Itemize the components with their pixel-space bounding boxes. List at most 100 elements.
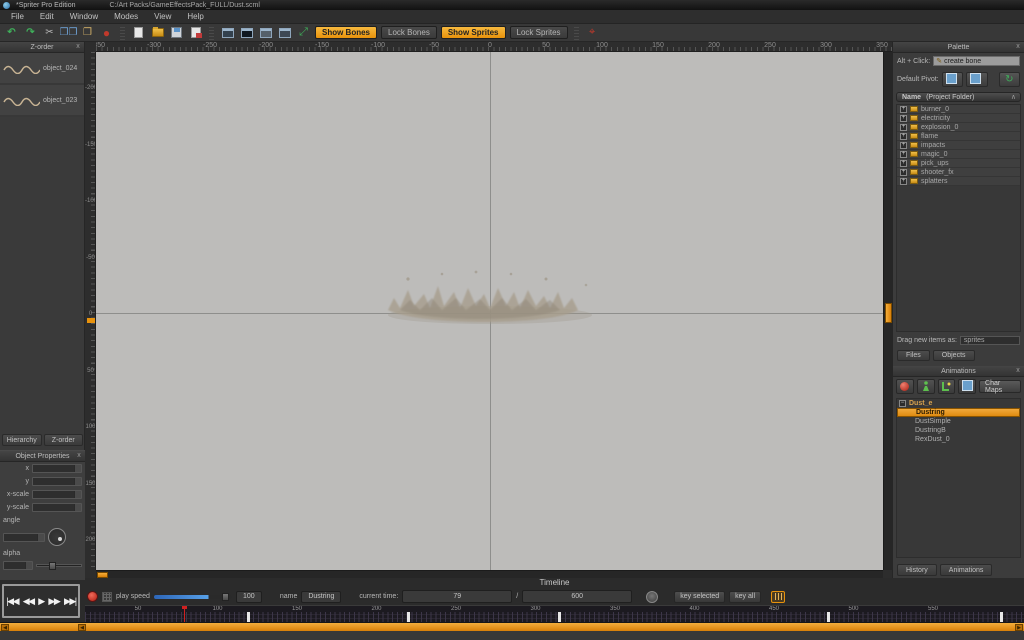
- tree-item-pick_ups[interactable]: +pick_ups: [897, 159, 1020, 168]
- window-view-2-icon[interactable]: [239, 26, 254, 39]
- collapse-icon[interactable]: ∧: [1011, 93, 1016, 101]
- skip-start-button[interactable]: |◀◀: [6, 596, 18, 607]
- window-view-3-icon[interactable]: [258, 26, 273, 39]
- play-button[interactable]: ▶: [38, 596, 43, 607]
- tab-history[interactable]: History: [897, 564, 937, 576]
- expand-icon[interactable]: +: [900, 178, 907, 185]
- expand-icon[interactable]: +: [900, 151, 907, 158]
- canvas-vertical-scrollbar[interactable]: [883, 52, 892, 570]
- dust-splash-sprite[interactable]: [380, 268, 600, 338]
- expand-icon[interactable]: +: [900, 169, 907, 176]
- redo-icon[interactable]: ↷: [23, 26, 38, 39]
- tree-item-explosion_0[interactable]: +explosion_0: [897, 123, 1020, 132]
- lock-bones-button[interactable]: Lock Bones: [381, 26, 437, 39]
- animation-item-DustringB[interactable]: DustringB: [897, 426, 1020, 435]
- keyframe-marker[interactable]: [827, 612, 830, 622]
- canvas-horizontal-scrollbar[interactable]: [96, 570, 883, 578]
- save-icon[interactable]: [169, 26, 184, 39]
- entity-expander-icon[interactable]: −: [899, 400, 906, 407]
- tree-item-splatters[interactable]: +splatters: [897, 177, 1020, 186]
- lock-sprites-button[interactable]: Lock Sprites: [510, 26, 568, 39]
- expand-icon[interactable]: +: [900, 124, 907, 131]
- close-icon[interactable]: x: [74, 43, 82, 51]
- animation-canvas[interactable]: [96, 52, 883, 570]
- vertical-scroll-thumb[interactable]: [885, 303, 892, 323]
- copy-icon[interactable]: ❐❐: [61, 26, 76, 39]
- pivot-copy-button[interactable]: [942, 72, 963, 87]
- tree-item-flame[interactable]: +flame: [897, 132, 1020, 141]
- record-keys-button[interactable]: [87, 591, 98, 602]
- keyframe-marker[interactable]: [247, 612, 250, 622]
- animation-item-RexDust_0[interactable]: RexDust_0: [897, 435, 1020, 444]
- snap-grid-icon[interactable]: [102, 592, 112, 602]
- window-view-1-icon[interactable]: [220, 26, 235, 39]
- tree-item-electricity[interactable]: +electricity: [897, 114, 1020, 123]
- record-icon[interactable]: ●: [99, 26, 114, 39]
- expand-icon[interactable]: +: [900, 115, 907, 122]
- scroll-left2-icon[interactable]: ◀: [78, 624, 86, 631]
- tab-objects[interactable]: Objects: [933, 350, 975, 361]
- target-icon[interactable]: ⌖: [585, 26, 600, 39]
- tree-item-magic_0[interactable]: +magic_0: [897, 150, 1020, 159]
- key-all-frames-icon-button[interactable]: [771, 591, 785, 603]
- cut-icon[interactable]: ✂: [42, 26, 57, 39]
- scroll-right-icon[interactable]: ▶: [1015, 624, 1023, 631]
- show-sprites-button[interactable]: Show Sprites: [441, 26, 506, 39]
- zorder-item[interactable]: object_024: [0, 53, 84, 85]
- close-icon[interactable]: x: [1014, 43, 1022, 51]
- current-time-input[interactable]: 79: [402, 590, 512, 603]
- tree-item-burner_0[interactable]: +burner_0: [897, 105, 1020, 114]
- tab-hierarchy[interactable]: Hierarchy: [2, 434, 42, 446]
- menu-item-edit[interactable]: Edit: [33, 11, 61, 22]
- expand-icon[interactable]: +: [900, 133, 907, 140]
- show-bones-button[interactable]: Show Bones: [315, 26, 377, 39]
- pivot-paste-button[interactable]: [966, 72, 987, 87]
- alpha-slider-handle[interactable]: [49, 562, 56, 570]
- keyframe-marker[interactable]: [407, 612, 410, 622]
- expand-icon[interactable]: +: [900, 160, 907, 167]
- keyframe-marker[interactable]: [1000, 612, 1003, 622]
- y-scale-input[interactable]: [32, 503, 82, 512]
- animation-item-Dustring[interactable]: Dustring: [897, 408, 1020, 417]
- import-icon[interactable]: [188, 26, 203, 39]
- entity-name[interactable]: Dust_e: [909, 400, 932, 407]
- animation-item-DustSimple[interactable]: DustSimple: [897, 417, 1020, 426]
- tree-item-shooter_fx[interactable]: +shooter_fx: [897, 168, 1020, 177]
- playhead[interactable]: [184, 606, 185, 622]
- angle-dial[interactable]: [48, 528, 66, 546]
- tab-files[interactable]: Files: [897, 350, 930, 361]
- duplicate-animation-button[interactable]: [938, 379, 956, 394]
- play-speed-handle[interactable]: [222, 593, 229, 601]
- expand-icon[interactable]: +: [900, 106, 907, 113]
- menu-item-view[interactable]: View: [147, 11, 178, 22]
- keyframe-marker[interactable]: [558, 612, 561, 622]
- alt-click-action-input[interactable]: ✎ create bone: [933, 56, 1020, 66]
- tab-animations[interactable]: Animations: [940, 564, 993, 576]
- scroll-left-icon[interactable]: ◀: [1, 624, 9, 631]
- x-input[interactable]: [32, 464, 82, 473]
- y-input[interactable]: [32, 477, 82, 486]
- loop-toggle-icon[interactable]: [646, 591, 658, 603]
- timeline-ruler[interactable]: 50100150200250300350400450500550: [85, 605, 1024, 622]
- close-icon[interactable]: x: [75, 452, 83, 460]
- play-speed-slider[interactable]: [154, 595, 232, 599]
- key-all-button[interactable]: key all: [729, 591, 761, 603]
- drag-items-dropdown[interactable]: sprites: [960, 336, 1020, 345]
- new-file-icon[interactable]: [131, 26, 146, 39]
- alpha-slider[interactable]: [36, 564, 82, 567]
- paste-icon[interactable]: ❐: [80, 26, 95, 39]
- next-frame-button[interactable]: ▶▶: [48, 596, 59, 607]
- zorder-item[interactable]: object_023: [0, 85, 84, 117]
- file-tree-header[interactable]: Name (Project Folder) ∧: [896, 92, 1021, 102]
- x-scale-input[interactable]: [32, 490, 82, 499]
- angle-input[interactable]: [3, 533, 45, 542]
- menu-item-help[interactable]: Help: [180, 11, 210, 22]
- animation-name-value[interactable]: Dustring: [301, 591, 341, 603]
- pivot-refresh-button[interactable]: ↻: [999, 72, 1020, 87]
- menu-item-modes[interactable]: Modes: [107, 11, 145, 22]
- undo-icon[interactable]: ↶: [4, 26, 19, 39]
- new-animation-button[interactable]: [917, 379, 935, 394]
- char-maps-button[interactable]: Char Maps: [979, 380, 1021, 393]
- delete-animation-button[interactable]: [896, 379, 914, 394]
- expand-icon[interactable]: +: [900, 142, 907, 149]
